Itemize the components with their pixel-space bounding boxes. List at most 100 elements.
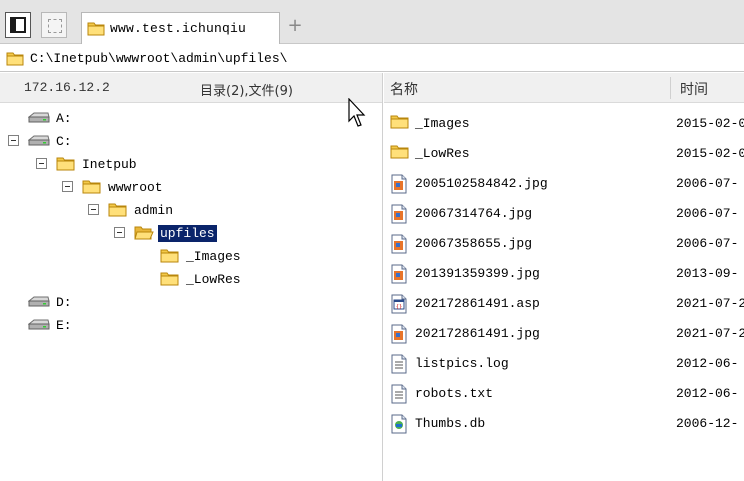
file-time: 2015-02-0	[676, 116, 744, 131]
tree-node-wwwroot[interactable]: wwwroot	[62, 177, 165, 197]
drive-icon	[28, 135, 50, 146]
collapse-icon[interactable]	[114, 227, 125, 238]
tree-node-label: wwwroot	[108, 179, 163, 195]
file-time: 2013-09-	[676, 266, 739, 281]
file-time: 2012-06-	[676, 386, 739, 401]
tab-bar: www.test.ichunqiu +	[0, 0, 744, 44]
file-name: 20067314764.jpg	[415, 206, 533, 221]
tree-node-label: A:	[56, 110, 72, 126]
folder-icon	[87, 22, 105, 36]
tree-node-label: C:	[56, 133, 72, 149]
tree-node-label: _LowRes	[186, 271, 241, 287]
collapse-icon[interactable]	[88, 204, 99, 215]
drive-icon	[28, 112, 50, 123]
tree-node-label: upfiles	[158, 224, 217, 242]
file-name: robots.txt	[415, 386, 494, 401]
file-name: 2005102584842.jpg	[415, 176, 548, 191]
tree-node-c[interactable]: C:	[8, 131, 74, 151]
collapse-icon[interactable]	[62, 181, 73, 192]
text-file-icon	[390, 384, 408, 408]
folder-icon	[56, 157, 75, 171]
file-time: 2006-12-	[676, 416, 739, 431]
folder-icon	[108, 203, 127, 217]
file-row[interactable]: 2005102584842.jpg 2006-07-	[384, 169, 744, 199]
folder-icon	[82, 180, 101, 194]
collapse-icon[interactable]	[36, 158, 47, 169]
column-divider[interactable]	[670, 77, 671, 99]
file-list-header: 名称 时间	[384, 73, 744, 103]
folder-icon	[160, 249, 179, 263]
blank-tab-button[interactable]	[41, 12, 67, 38]
text-file-icon	[390, 354, 408, 378]
column-header-time[interactable]: 时间	[680, 79, 708, 99]
image-icon	[390, 204, 408, 228]
new-tab-button[interactable]: +	[286, 14, 304, 38]
tree-node-_lowres[interactable]: _LowRes	[160, 269, 243, 289]
db-file-icon	[390, 414, 408, 438]
svg-text:{}: {}	[396, 304, 402, 310]
tree-node-upfiles[interactable]: upfiles	[114, 223, 217, 243]
file-time: 2006-07-	[676, 206, 739, 221]
mouse-cursor-icon	[348, 98, 366, 127]
address-bar[interactable]: C:\Inetpub\wwwroot\admin\upfiles\	[0, 45, 744, 72]
file-row[interactable]: {} 202172861491.asp 2021-07-2	[384, 289, 744, 319]
file-row[interactable]: 201391359399.jpg 2013-09-	[384, 259, 744, 289]
address-path[interactable]: C:\Inetpub\wwwroot\admin\upfiles\	[30, 51, 287, 66]
tree-node-_images[interactable]: _Images	[160, 246, 243, 266]
file-name: 20067358655.jpg	[415, 236, 533, 251]
tree-node-a[interactable]: A:	[28, 108, 74, 128]
file-time: 2012-06-	[676, 356, 739, 371]
file-row[interactable]: listpics.log 2012-06-	[384, 349, 744, 379]
folder-icon	[6, 52, 24, 65]
tree-node-label: _Images	[186, 248, 241, 264]
file-row[interactable]: robots.txt 2012-06-	[384, 379, 744, 409]
file-time: 2015-02-0	[676, 146, 744, 161]
file-time: 2006-07-	[676, 176, 739, 191]
host-ip: 172.16.12.2	[24, 80, 110, 95]
folder-icon	[390, 144, 410, 164]
image-icon	[390, 234, 408, 258]
image-icon	[390, 324, 408, 348]
tree-header: 172.16.12.2 目录(2),文件(9)	[0, 73, 382, 103]
file-name: _Images	[415, 116, 470, 131]
file-row[interactable]: 20067314764.jpg 2006-07-	[384, 199, 744, 229]
tree-node-label: D:	[56, 294, 72, 310]
file-name: 202172861491.asp	[415, 296, 540, 311]
file-row[interactable]: _Images 2015-02-0	[384, 109, 744, 139]
file-row[interactable]: Thumbs.db 2006-12-	[384, 409, 744, 439]
image-icon	[390, 174, 408, 198]
file-name: 201391359399.jpg	[415, 266, 540, 281]
dir-file-count: 目录(2),文件(9)	[200, 84, 293, 99]
tree-node-label: E:	[56, 317, 72, 333]
folder-icon	[160, 272, 179, 286]
file-name: listpics.log	[415, 356, 509, 371]
file-time: 2021-07-2	[676, 326, 744, 341]
drive-icon	[28, 296, 50, 307]
tree-node-d[interactable]: D:	[28, 292, 74, 312]
panel-toggle-button[interactable]	[5, 12, 31, 38]
folder-icon	[390, 114, 410, 134]
file-name: 202172861491.jpg	[415, 326, 540, 341]
tab-title: www.test.ichunqiu	[110, 21, 247, 36]
tab-active[interactable]: www.test.ichunqiu	[81, 12, 280, 44]
file-time: 2006-07-	[676, 236, 739, 251]
file-time: 2021-07-2	[676, 296, 744, 311]
folder-open-icon	[134, 226, 154, 240]
column-header-name[interactable]: 名称	[390, 79, 418, 99]
script-icon: {}	[390, 294, 408, 318]
file-row[interactable]: _LowRes 2015-02-0	[384, 139, 744, 169]
file-name: _LowRes	[415, 146, 470, 161]
image-icon	[390, 264, 408, 288]
tree-node-admin[interactable]: admin	[88, 200, 175, 220]
tree-node-label: admin	[134, 202, 174, 218]
tree-node-label: Inetpub	[82, 156, 137, 172]
tree-node-inetpub[interactable]: Inetpub	[36, 154, 139, 174]
directory-tree-pane: 172.16.12.2 目录(2),文件(9) A: C: Inetpub wwwro…	[0, 73, 383, 481]
tree-node-e[interactable]: E:	[28, 315, 74, 335]
file-list-pane: 名称 时间 _Images 2015-02-0 _LowRes 2015-02-0 20…	[384, 73, 744, 481]
drive-icon	[28, 319, 50, 330]
file-row[interactable]: 202172861491.jpg 2021-07-2	[384, 319, 744, 349]
collapse-icon[interactable]	[8, 135, 19, 146]
file-row[interactable]: 20067358655.jpg 2006-07-	[384, 229, 744, 259]
file-name: Thumbs.db	[415, 416, 486, 431]
